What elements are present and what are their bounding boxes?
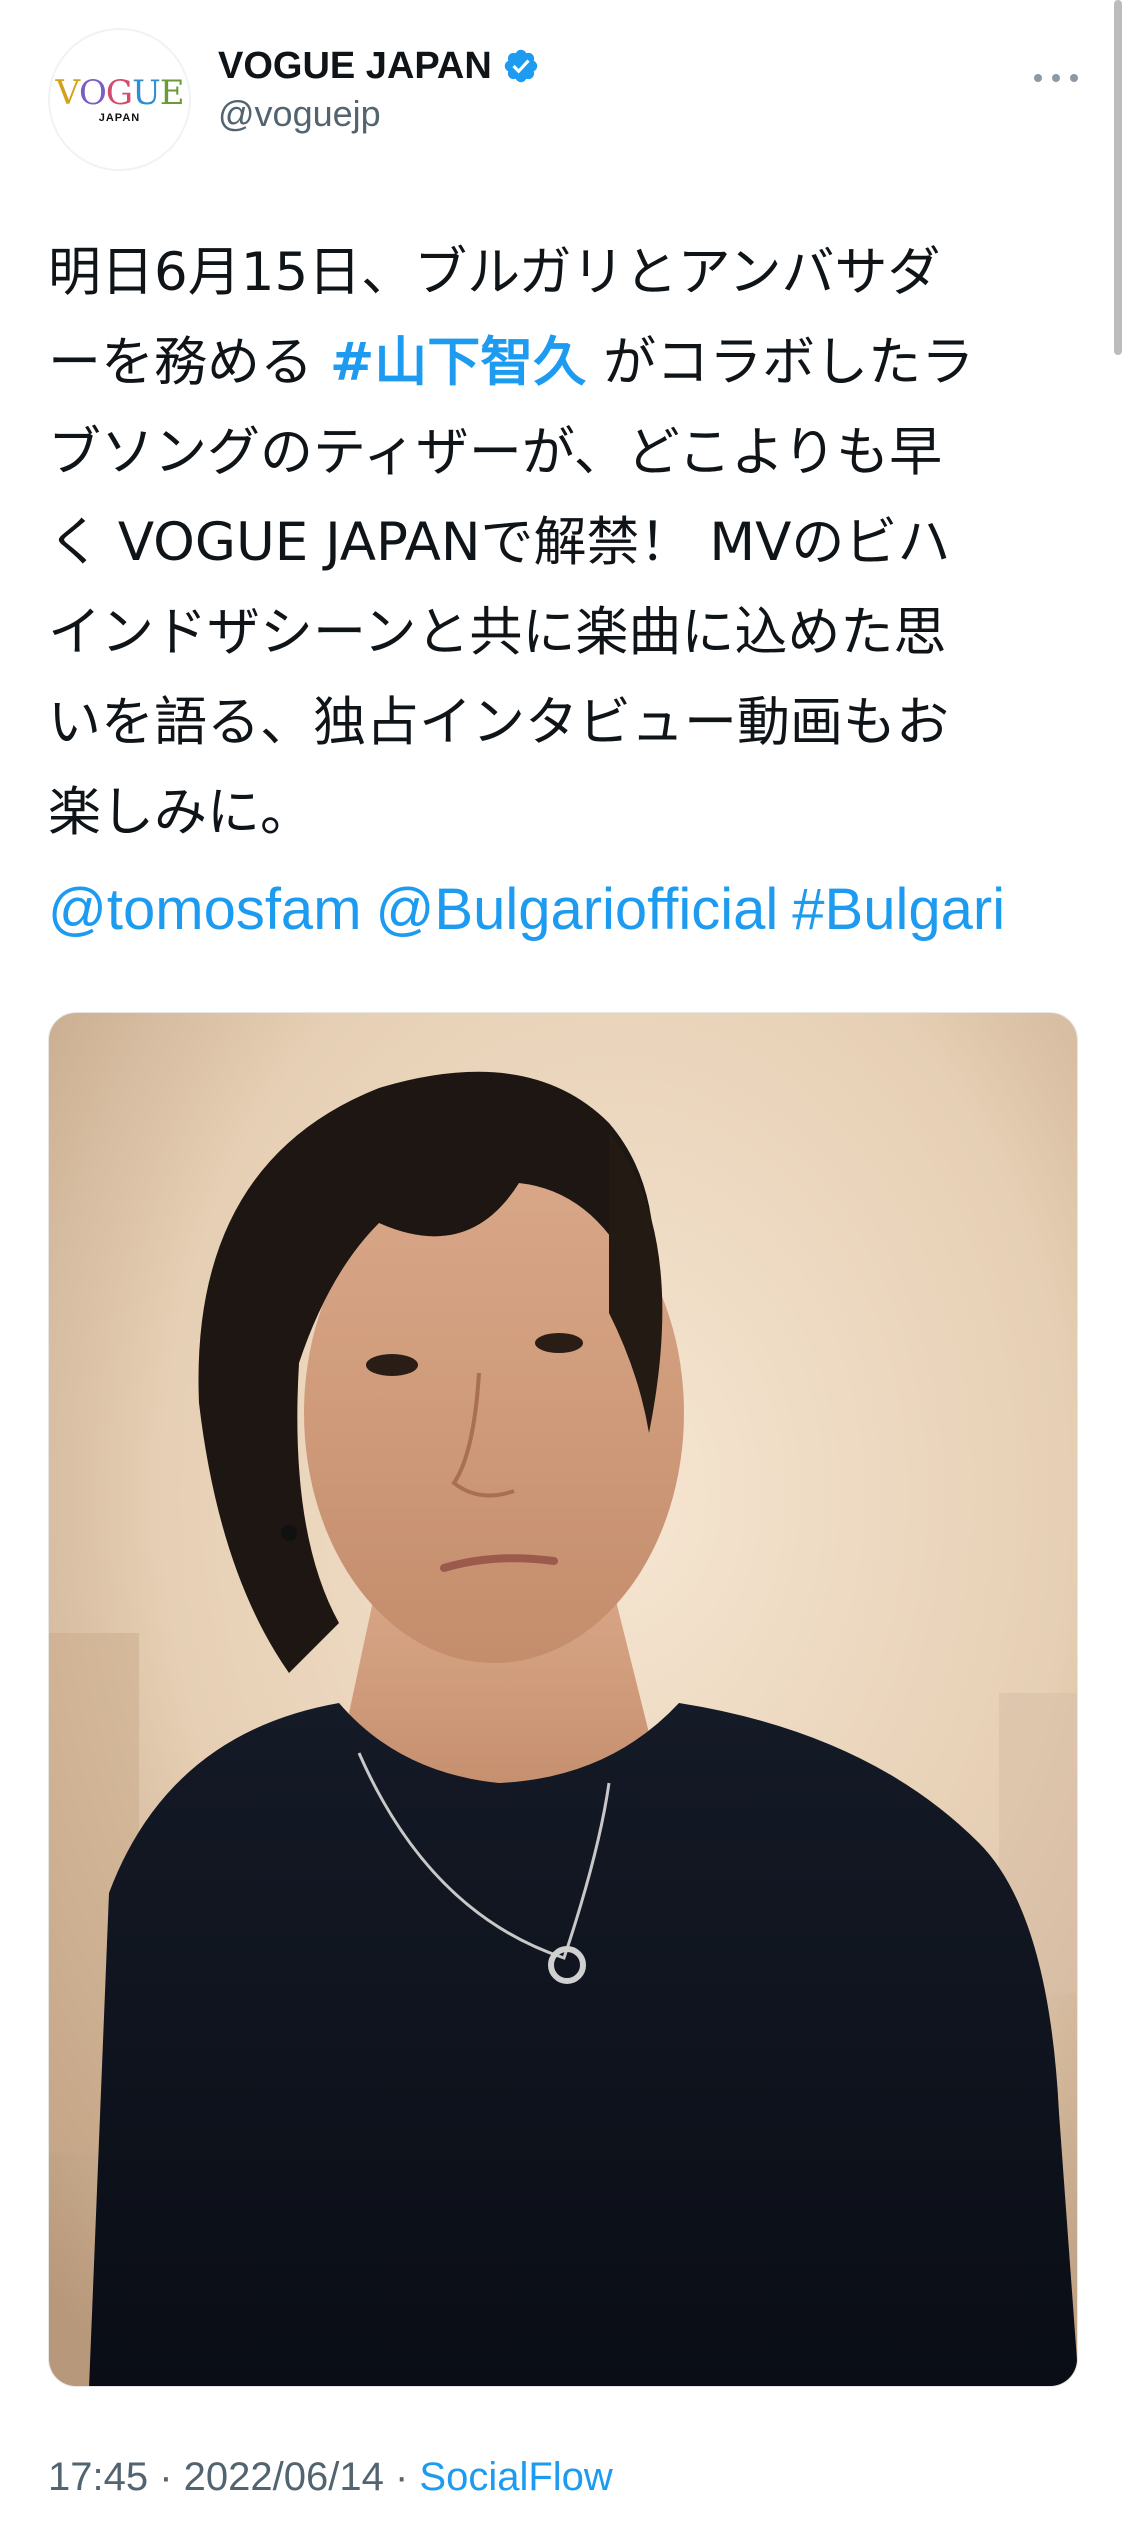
hashtag-link-bulgari[interactable]: #Bulgari — [792, 877, 1005, 942]
tweet-links: @tomosfam @Bulgariofficial #Bulgari — [48, 865, 1078, 955]
avatar-logo: VOGUE — [55, 72, 184, 113]
portrait-image — [49, 1013, 1077, 2386]
hashtag-link[interactable]: #山下智久 — [330, 332, 586, 393]
scrollbar[interactable] — [1114, 0, 1122, 355]
tweet-photo[interactable] — [48, 1012, 1078, 2387]
tweet-timestamp: 17:45 · 2022/06/14 · SocialFlow — [48, 2455, 613, 2499]
tweet-line: く VOGUE JAPANで解禁！ MVのビハ — [48, 512, 951, 573]
tweet-line: ブソングのティザーが、どこよりも早 — [48, 422, 943, 483]
display-name[interactable]: VOGUE JAPAN — [218, 44, 540, 88]
tweet-source-link[interactable]: SocialFlow — [419, 2455, 612, 2499]
avatar[interactable]: VOGUE JAPAN — [48, 28, 191, 171]
tweet-line: 楽しみに。 — [48, 782, 313, 843]
account-name-block[interactable]: VOGUE JAPAN @voguejp — [218, 44, 540, 136]
tweet-date[interactable]: 2022/06/14 — [184, 2455, 384, 2499]
verified-badge-icon — [504, 49, 538, 83]
tweet-text: 明日6月15日、ブルガリとアンバサダ ーを務める #山下智久 がコラボしたラ ブ… — [48, 228, 1078, 858]
more-options-icon[interactable] — [1034, 68, 1078, 88]
tweet-line: 明日6月15日、ブルガリとアンバサダ — [48, 242, 941, 303]
account-handle[interactable]: @voguejp — [218, 92, 540, 136]
tweet-time[interactable]: 17:45 — [48, 2455, 148, 2499]
mention-link-bulgariofficial[interactable]: @Bulgariofficial — [376, 877, 779, 942]
avatar-logo-subtext: JAPAN — [98, 111, 141, 124]
tweet-header: VOGUE JAPAN VOGUE JAPAN @voguejp — [48, 28, 1078, 173]
tweet-line: いを語る、独占インタビュー動画もお — [48, 692, 949, 753]
tweet-line: ーを務める #山下智久 がコラボしたラ — [48, 332, 975, 393]
display-name-text[interactable]: VOGUE JAPAN — [218, 44, 492, 88]
mention-link-tomosfam[interactable]: @tomosfam — [48, 877, 362, 942]
tweet-line: インドザシーンと共に楽曲に込めた思 — [48, 602, 947, 663]
